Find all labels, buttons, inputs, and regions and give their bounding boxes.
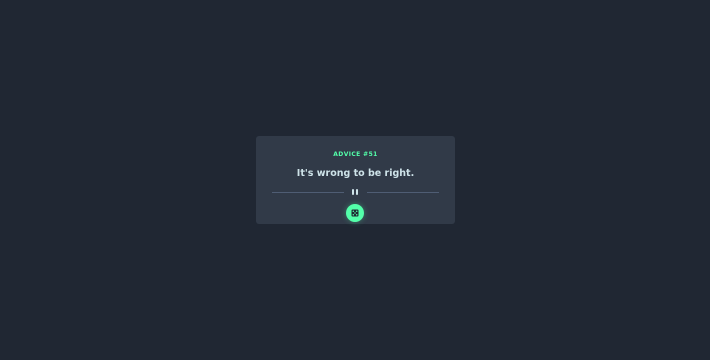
divider-line-left [272, 192, 344, 193]
advice-id-label: ADVICE #51 [333, 151, 378, 158]
pause-icon [351, 189, 359, 195]
advice-card: ADVICE #51 It's wrong to be right. [256, 136, 455, 224]
pause-bar-right [356, 189, 358, 195]
advice-quote: It's wrong to be right. [296, 168, 415, 179]
pause-bar-left [352, 189, 354, 195]
divider-line-right [367, 192, 439, 193]
new-advice-button[interactable] [346, 204, 364, 222]
dice-icon [351, 209, 359, 217]
